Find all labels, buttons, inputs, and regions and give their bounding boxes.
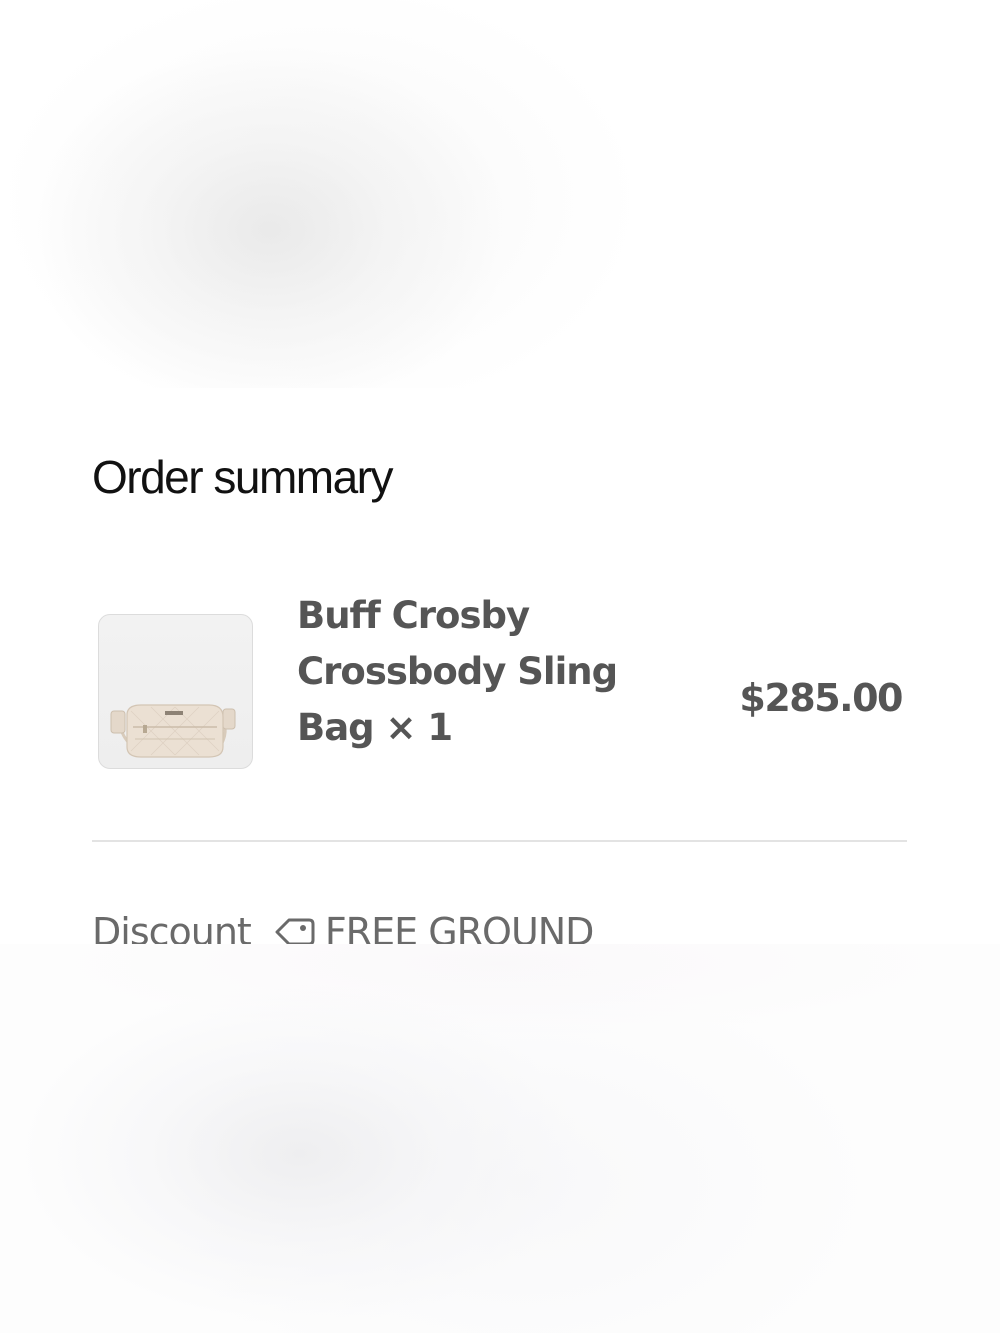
discount-label: Discount — [92, 910, 252, 944]
discount-code-text: FREE GROUND — [324, 910, 594, 944]
discount-row: Discount FREE GROUND — [92, 908, 593, 944]
product-name-text: Buff Crosby Crossbody Sling Bag — [297, 594, 618, 749]
product-quantity: × 1 — [385, 706, 454, 749]
product-name: Buff Crosby Crossbody Sling Bag × 1 — [297, 588, 637, 756]
crossbody-bag-icon — [110, 704, 236, 758]
order-summary-title: Order summary — [92, 451, 393, 503]
tag-icon — [273, 908, 315, 944]
divider — [92, 840, 907, 842]
blurred-footer-region — [0, 944, 1000, 1333]
blurred-header-region — [0, 0, 1000, 388]
order-summary-section: Order summary Buff Crosby Crossbody Slin… — [0, 388, 1000, 944]
discount-code: FREE GROUND — [273, 908, 594, 944]
product-price: $285.00 — [739, 676, 903, 720]
product-thumbnail — [98, 614, 253, 769]
checkout-page: Order summary Buff Crosby Crossbody Slin… — [0, 0, 1000, 1333]
